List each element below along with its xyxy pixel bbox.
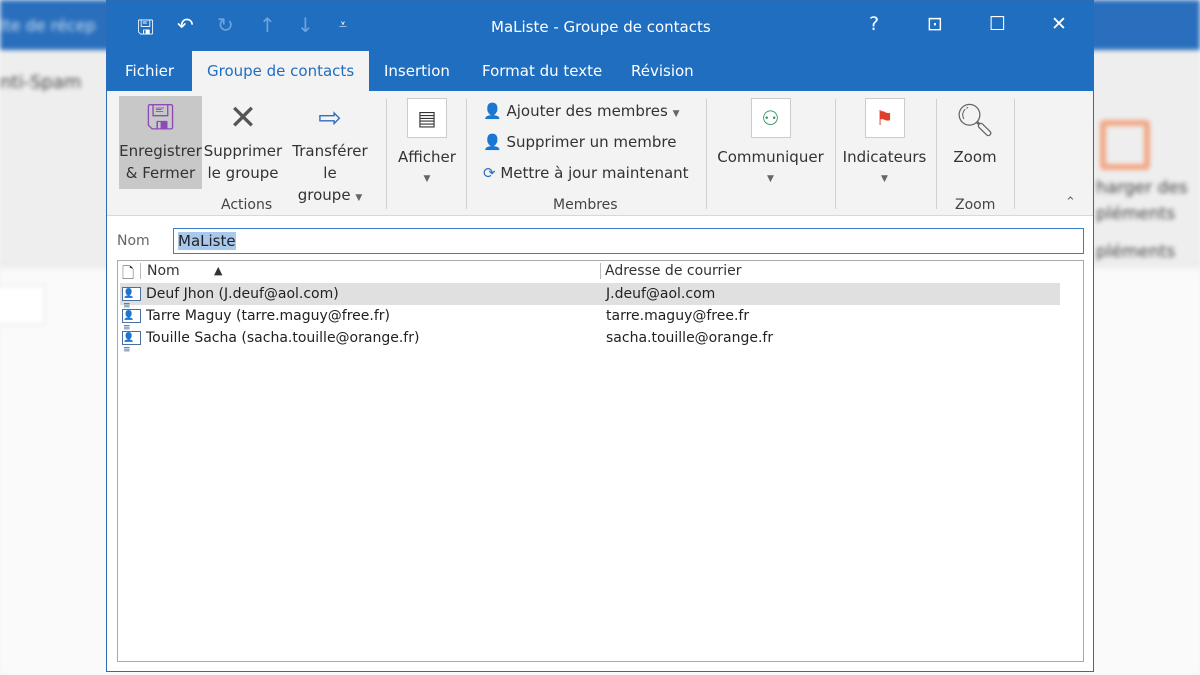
- delete-group-button[interactable]: ✕ Supprimer le groupe: [203, 96, 283, 184]
- member-name: Touille Sacha (sacha.touille@orange.fr): [146, 330, 420, 346]
- add-members-button[interactable]: 👤 Ajouter des membres ▼: [483, 102, 680, 120]
- customize-icon[interactable]: ⩡: [339, 17, 347, 33]
- communicate-icon: ⚇: [750, 98, 791, 138]
- contact-card-icon: 👤≡: [122, 309, 141, 333]
- zoom-button[interactable]: 🔍︎ Zoom: [945, 98, 1005, 168]
- title-bar: 🖫 ↶ ↻ ↑ ↓ ⩡ MaListe - Groupe de contacts…: [107, 1, 1093, 51]
- sort-ascending-icon: ▲: [214, 264, 223, 277]
- member-email: J.deuf@aol.com: [606, 286, 716, 302]
- help-button[interactable]: ?: [869, 13, 879, 35]
- update-icon: ⟳: [483, 164, 496, 182]
- collapse-ribbon-icon[interactable]: ⌃: [1065, 195, 1076, 210]
- undo-icon[interactable]: ↶: [177, 13, 194, 37]
- label: Afficher: [398, 148, 456, 166]
- label: Supprimer un membre: [506, 133, 677, 151]
- forward-group-button[interactable]: ⇨ Transférer le groupe ▼: [284, 96, 376, 209]
- save-close-icon: 🖫: [146, 98, 175, 138]
- label: Enregistrer: [119, 142, 202, 160]
- contact-group-window: 🖫 ↶ ↻ ↑ ↓ ⩡ MaListe - Groupe de contacts…: [106, 0, 1094, 672]
- chevron-down-icon: ▼: [881, 174, 888, 184]
- show-icon: ▤: [407, 98, 447, 138]
- bg-text: pléments: [1096, 242, 1176, 262]
- ribbon-display-icon[interactable]: ⊡: [927, 13, 943, 35]
- name-value: MaListe: [178, 232, 236, 250]
- forward-contact-icon: ⇨: [318, 101, 342, 134]
- group-label-zoom: Zoom: [955, 197, 996, 213]
- maximize-icon[interactable]: ☐: [989, 13, 1006, 35]
- delete-icon: ✕: [228, 98, 258, 138]
- name-input[interactable]: MaListe: [173, 228, 1084, 254]
- chevron-down-icon: ▼: [767, 174, 774, 184]
- label: & Fermer: [125, 164, 196, 182]
- remove-member-icon: 👤: [483, 133, 502, 151]
- tags-button[interactable]: ⚑ Indicateurs ▼: [842, 98, 927, 190]
- redo-icon[interactable]: ↻: [217, 13, 234, 37]
- save-icon[interactable]: 🖫: [137, 13, 154, 47]
- window-title: MaListe - Groupe de contacts: [491, 18, 711, 36]
- member-email: tarre.maguy@free.fr: [606, 308, 750, 324]
- member-name: Tarre Maguy (tarre.maguy@free.fr): [146, 308, 391, 324]
- label: Indicateurs: [842, 148, 927, 166]
- label: Transférer le: [292, 142, 368, 182]
- chevron-down-icon: ▼: [423, 174, 431, 184]
- close-icon[interactable]: ✕: [1051, 13, 1067, 35]
- column-header-email[interactable]: Adresse de courrier: [600, 263, 742, 279]
- group-label-actions: Actions: [221, 197, 273, 213]
- member-email: sacha.touille@orange.fr: [606, 330, 774, 346]
- contact-card-icon: 👤≡: [122, 287, 141, 311]
- magnifier-icon: 🔍︎: [954, 101, 996, 139]
- label: le groupe: [207, 164, 279, 182]
- table-row[interactable]: 👤≡ Deuf Jhon (J.deuf@aol.com) J.deuf@aol.c…: [120, 283, 1060, 311]
- table-row[interactable]: 👤≡ Touille Sacha (sacha.touille@orange.fr…: [120, 327, 1060, 355]
- communicate-button[interactable]: ⚇ Communiquer ▼: [713, 98, 828, 190]
- table-row[interactable]: 👤≡ Tarre Maguy (tarre.maguy@free.fr) tarre…: [120, 305, 1060, 333]
- remove-member-button[interactable]: 👤 Supprimer un membre: [483, 133, 676, 151]
- contact-card-icon: 👤≡: [122, 331, 141, 355]
- label: Ajouter des membres: [506, 102, 668, 120]
- chevron-down-icon: ▼: [355, 193, 363, 203]
- show-button[interactable]: ▤ Afficher ▼: [392, 98, 462, 190]
- label: groupe: [297, 186, 351, 204]
- bg-text: pléments: [1096, 204, 1176, 224]
- add-member-icon: 👤: [483, 102, 502, 120]
- bg-app-bar-text: lte de récep: [0, 16, 96, 35]
- name-label: Nom: [117, 233, 150, 249]
- bg-ribbon-text: nti-Spam: [0, 72, 82, 93]
- tab-groupe-de-contacts[interactable]: Groupe de contacts: [192, 51, 370, 91]
- bg-text: harger des: [1096, 178, 1188, 198]
- bg-addins-icon: [1100, 120, 1150, 170]
- chevron-down-icon: ▼: [672, 109, 680, 119]
- member-name: Deuf Jhon (J.deuf@aol.com): [146, 286, 339, 302]
- tab-revision[interactable]: Révision: [616, 51, 709, 91]
- label: Communiquer: [717, 148, 824, 166]
- members-list[interactable]: 🗋 Nom ▲ Adresse de courrier 👤≡ Deuf Jhon …: [117, 260, 1084, 662]
- group-label-members: Membres: [553, 197, 618, 213]
- ribbon-tabs: Fichier Groupe de contacts Insertion For…: [107, 51, 1093, 91]
- label: Mettre à jour maintenant: [500, 164, 689, 182]
- column-header-name[interactable]: Nom: [140, 263, 180, 279]
- down-icon[interactable]: ↓: [297, 13, 314, 37]
- label: Supprimer: [203, 142, 283, 160]
- flag-icon: ⚑: [864, 98, 905, 138]
- tab-insertion[interactable]: Insertion: [369, 51, 465, 91]
- tab-format-du-texte[interactable]: Format du texte: [467, 51, 617, 91]
- update-now-button[interactable]: ⟳ Mettre à jour maintenant: [483, 164, 689, 182]
- ribbon: 🖫 Enregistrer & Fermer ✕ Supprimer le gr…: [107, 91, 1093, 216]
- save-close-button[interactable]: 🖫 Enregistrer & Fermer: [119, 96, 202, 189]
- tab-fichier[interactable]: Fichier: [110, 51, 189, 91]
- up-icon[interactable]: ↑: [259, 13, 276, 37]
- label: Zoom: [953, 148, 997, 166]
